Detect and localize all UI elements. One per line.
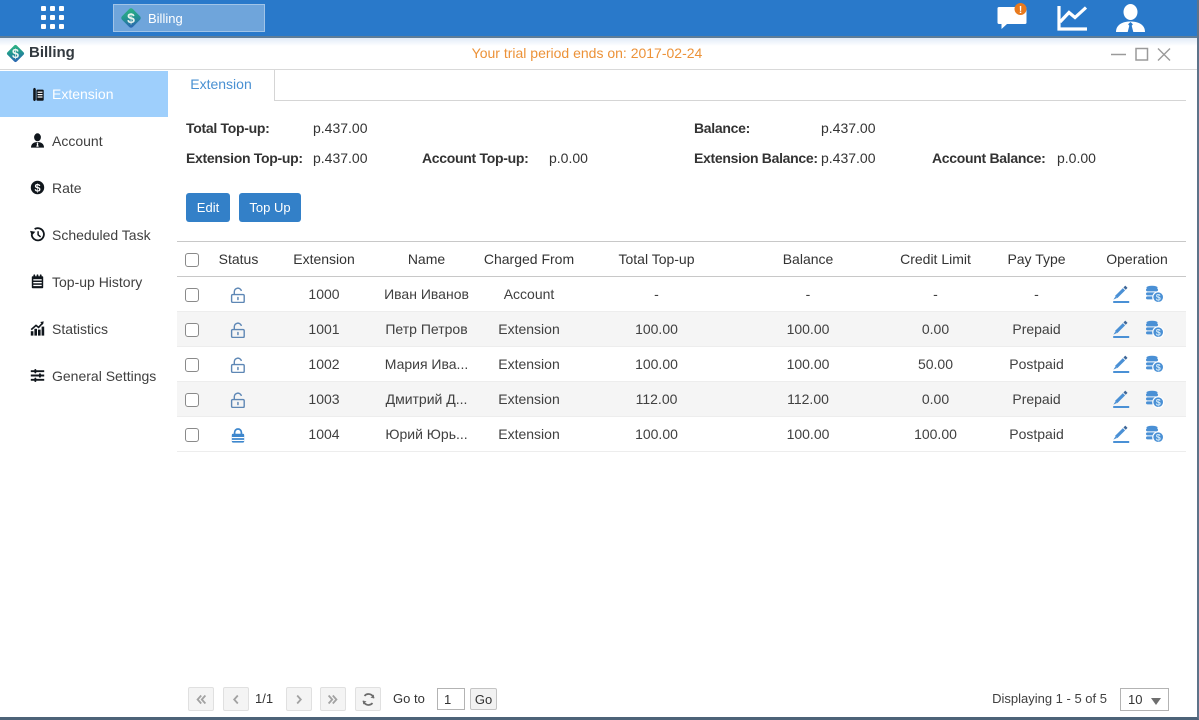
svg-text:$: $ [1155,328,1160,338]
svg-text:$: $ [1155,363,1160,373]
svg-text:$: $ [1155,398,1160,408]
svg-text:$: $ [1155,293,1160,303]
svg-text:!: ! [1019,5,1022,16]
svg-text:$: $ [127,10,135,26]
svg-text:$: $ [34,183,40,195]
svg-text:$: $ [1155,433,1160,443]
